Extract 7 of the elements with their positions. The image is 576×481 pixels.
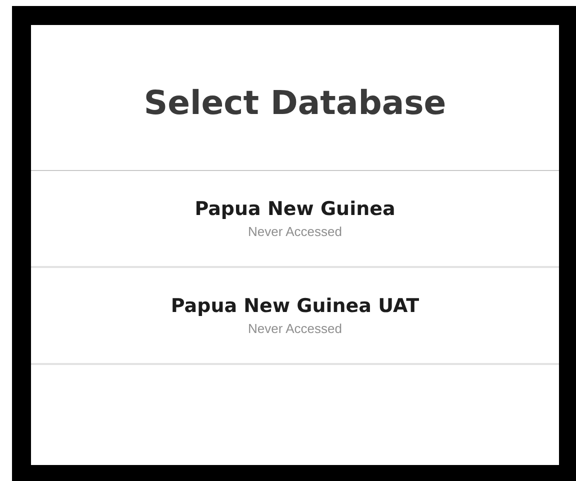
database-item[interactable]: Papua New Guinea UAT Never Accessed xyxy=(31,268,559,365)
database-item[interactable]: Papua New Guinea Never Accessed xyxy=(31,171,559,268)
dialog-title: Select Database xyxy=(144,83,446,122)
database-name: Papua New Guinea xyxy=(194,198,396,220)
database-name: Papua New Guinea UAT xyxy=(170,295,420,317)
access-status: Never Accessed xyxy=(248,224,342,239)
access-status: Never Accessed xyxy=(248,321,342,336)
